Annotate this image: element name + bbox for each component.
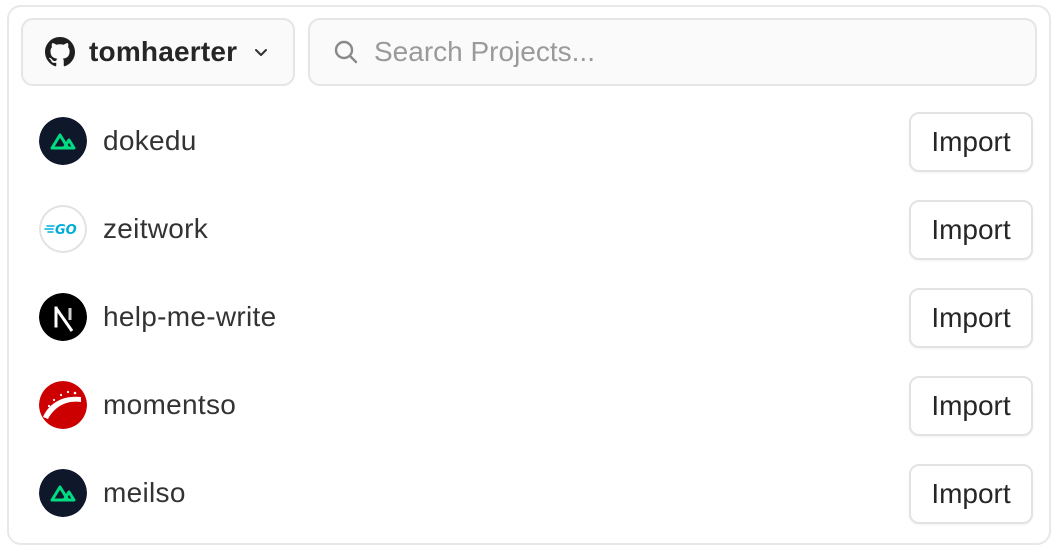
project-name: meilso [103, 477, 186, 508]
svg-text:GO: GO [55, 223, 77, 238]
nuxt-icon [39, 117, 87, 165]
chevron-down-icon [251, 42, 271, 62]
import-project-card: tomhaerter Search Projects... dokedu Imp… [7, 5, 1051, 545]
search-field[interactable] [308, 18, 1037, 86]
import-button[interactable]: Import [909, 112, 1033, 172]
project-name: zeitwork [103, 213, 209, 244]
import-button[interactable]: Import [909, 464, 1033, 524]
nuxt-icon [39, 469, 87, 517]
list-item: meilso Import [39, 449, 1033, 537]
project-list: dokedu Import GO zeitwork Import help-me… [39, 97, 1033, 537]
rails-icon [39, 381, 87, 429]
project-name: momentso [103, 389, 237, 420]
account-username: tomhaerter [89, 36, 238, 67]
account-select[interactable]: tomhaerter [21, 18, 295, 86]
github-icon [45, 37, 75, 67]
list-item: momentso Import [39, 361, 1033, 449]
import-button[interactable]: Import [909, 288, 1033, 348]
go-icon: GO [39, 205, 87, 253]
search-icon [332, 38, 360, 66]
import-button[interactable]: Import [909, 376, 1033, 436]
nextjs-icon [39, 293, 87, 341]
project-name: help-me-write [103, 301, 277, 332]
list-item: dokedu Import [39, 97, 1033, 185]
list-item: help-me-write Import [39, 273, 1033, 361]
toolbar: tomhaerter [21, 18, 1037, 86]
list-item: GO zeitwork Import [39, 185, 1033, 273]
search-input[interactable] [372, 35, 976, 69]
import-button[interactable]: Import [909, 200, 1033, 260]
project-name: dokedu [103, 125, 197, 156]
